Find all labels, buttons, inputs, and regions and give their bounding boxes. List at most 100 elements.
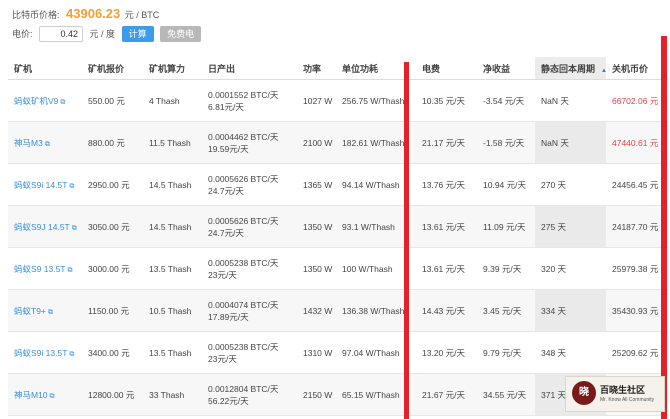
watermark-title: 百晓生社区 <box>600 386 646 396</box>
table-row: 蚂蚁T9+ ⧉ 1150.00 元 10.5 Thash 0.0004074 BTC/天… <box>8 289 668 332</box>
price-cell: 12800.00 元 <box>82 373 143 416</box>
miner-cell: 神马M10 ⧉ <box>8 373 82 416</box>
column-header-label: 矿机算力 <box>149 63 186 74</box>
external-link-icon[interactable]: ⧉ <box>48 309 53 317</box>
daily-output-cell: 0.0005238 BTC/天 23元/天 <box>202 331 297 374</box>
daily-output-btc: 0.0005626 BTC/天 <box>208 215 279 226</box>
price-cell: 2950.00 元 <box>82 163 143 206</box>
power-cell: 2150 W <box>297 373 336 416</box>
external-link-icon[interactable]: ⧉ <box>69 183 74 191</box>
miner-link[interactable]: 神马M3 <box>14 138 43 148</box>
calculate-button[interactable]: 计算 <box>121 25 154 42</box>
column-header-3[interactable]: 日产出 <box>202 57 297 80</box>
price-cell: 550.00 元 <box>82 79 143 122</box>
net-profit-cell: -3.54 元/天 <box>477 79 535 122</box>
miner-cell: 蚂蚁矿机V9 ⧉ <box>8 79 82 122</box>
daily-output-cell: 0.0005626 BTC/天 24.7元/天 <box>202 205 297 248</box>
daily-output-btc: 0.0004462 BTC/天 <box>208 131 279 142</box>
daily-output-cell: 0.0012804 BTC/天 56.22元/天 <box>202 373 297 416</box>
power-cell: 1365 W <box>297 163 336 206</box>
hashrate-cell: 14.5 Thash <box>143 163 202 206</box>
price-cell: 880.00 元 <box>82 121 143 164</box>
table-row: 蚂蚁S9i 13.5T ⧉ 3400.00 元 13.5 Thash 0.0005238… <box>8 331 668 374</box>
electricity-price-input[interactable] <box>39 25 84 42</box>
external-link-icon[interactable]: ⧉ <box>68 267 73 275</box>
column-header-label: 矿机 <box>14 63 33 74</box>
net-profit-cell: 10.94 元/天 <box>477 163 535 206</box>
column-header-6[interactable]: 电费 <box>416 57 477 80</box>
column-header-label: 矿机报价 <box>88 63 125 74</box>
column-header-4[interactable]: 功率 <box>297 57 336 80</box>
header-bar: 比特币价格: 43906.23 元 / BTC 电价: 元 / 度 计算 免费电 <box>0 0 670 48</box>
column-header-1[interactable]: 矿机报价 <box>82 57 143 80</box>
daily-output-btc: 0.0004074 BTC/天 <box>208 299 279 310</box>
column-header-8[interactable]: 静态回本周期 ▲ <box>535 57 607 80</box>
column-header-7[interactable]: 净收益 <box>477 57 535 80</box>
miner-table: 矿机 矿机报价 矿机算力 日产出 功率 单位功耗 电费 净收益 静态回本周期 ▲ 关机币价 蚂蚁矿机… <box>8 57 668 416</box>
daily-output-cell: 0.0005238 BTC/天 23元/天 <box>202 247 297 290</box>
payback-cell: NaN 天 <box>535 121 606 164</box>
highlight-bar-left <box>404 62 409 419</box>
column-header-2[interactable]: 矿机算力 <box>143 57 202 80</box>
daily-output-cny: 23元/天 <box>208 353 237 364</box>
external-link-icon[interactable]: ⧉ <box>45 141 50 149</box>
daily-output-btc: 0.0005626 BTC/天 <box>208 173 279 184</box>
shutdown-price-cell: 25979.38 元 <box>606 247 668 290</box>
hashrate-cell: 4 Thash <box>143 79 202 122</box>
power-cell: 1350 W <box>297 205 336 248</box>
hashrate-cell: 13.5 Thash <box>143 331 202 374</box>
column-header-0[interactable]: 矿机 <box>8 57 82 80</box>
miner-link[interactable]: 蚂蚁T9+ <box>14 306 46 316</box>
column-header-label: 净收益 <box>483 63 511 74</box>
shutdown-price-cell: 66702.06 元 <box>606 79 668 122</box>
table-row: 蚂蚁S9J 14.5T ⧉ 3050.00 元 14.5 Thash 0.0005626… <box>8 205 668 248</box>
daily-output-cell: 0.0004462 BTC/天 19.59元/天 <box>202 121 297 164</box>
price-cell: 3000.00 元 <box>82 247 143 290</box>
hashrate-cell: 14.5 Thash <box>143 205 202 248</box>
external-link-icon[interactable]: ⧉ <box>50 393 55 401</box>
miner-link[interactable]: 蚂蚁S9 13.5T <box>14 264 66 274</box>
watermark-subtitle: Mr. Know All Community <box>600 397 655 403</box>
electricity-cost-cell: 14.43 元/天 <box>416 289 477 332</box>
daily-output-cell: 0.0004074 BTC/天 17.89元/天 <box>202 289 297 332</box>
payback-cell: 348 天 <box>535 331 606 374</box>
daily-output-cny: 23元/天 <box>208 269 237 280</box>
btc-price-value: 43906.23 <box>66 6 121 21</box>
miner-link[interactable]: 蚂蚁S9i 14.5T <box>14 180 67 190</box>
miner-cell: 蚂蚁T9+ ⧉ <box>8 289 82 332</box>
column-header-9[interactable]: 关机币价 <box>606 57 668 80</box>
miner-link[interactable]: 蚂蚁S9J 14.5T <box>14 222 70 232</box>
payback-cell: 320 天 <box>535 247 606 290</box>
miner-link[interactable]: 蚂蚁S9i 13.5T <box>14 348 67 358</box>
column-header-label: 功率 <box>303 63 322 74</box>
electricity-cost-cell: 13.20 元/天 <box>416 331 477 374</box>
sort-ascending-icon[interactable]: ▲ <box>601 68 607 74</box>
column-header-label: 日产出 <box>208 63 236 74</box>
free-electricity-button[interactable]: 免费电 <box>160 25 202 42</box>
miner-link[interactable]: 蚂蚁矿机V9 <box>14 96 58 106</box>
power-cell: 1027 W <box>297 79 336 122</box>
external-link-icon[interactable]: ⧉ <box>69 351 74 359</box>
daily-output-cell: 0.0005626 BTC/天 24.7元/天 <box>202 163 297 206</box>
shutdown-price-cell: 25209.62 元 <box>606 331 668 374</box>
miner-link[interactable]: 神马M10 <box>14 390 48 400</box>
miner-cell: 蚂蚁S9J 14.5T ⧉ <box>8 205 82 248</box>
electricity-cost-cell: 13.61 元/天 <box>416 247 477 290</box>
hashrate-cell: 11.5 Thash <box>143 121 202 164</box>
external-link-icon[interactable]: ⧉ <box>72 225 77 233</box>
table-header-row: 矿机 矿机报价 矿机算力 日产出 功率 单位功耗 电费 净收益 静态回本周期 ▲ 关机币价 <box>8 57 668 80</box>
column-header-label: 电费 <box>422 63 441 74</box>
external-link-icon[interactable]: ⧉ <box>60 99 65 107</box>
electricity-cost-cell: 13.61 元/天 <box>416 205 477 248</box>
miner-cell: 蚂蚁S9i 13.5T ⧉ <box>8 331 82 374</box>
table-row: 蚂蚁S9 13.5T ⧉ 3000.00 元 13.5 Thash 0.0005238 … <box>8 247 668 290</box>
miner-cell: 蚂蚁S9i 14.5T ⧉ <box>8 163 82 206</box>
electricity-cost-cell: 13.76 元/天 <box>416 163 477 206</box>
electricity-cost-cell: 21.17 元/天 <box>416 121 477 164</box>
watermark-seal-icon: 晓 <box>572 381 596 405</box>
power-cell: 1432 W <box>297 289 336 332</box>
net-profit-cell: 3.45 元/天 <box>477 289 535 332</box>
community-watermark: 晓 百晓生社区 Mr. Know All Community <box>565 376 665 412</box>
column-header-label: 静态回本周期 <box>541 63 596 74</box>
btc-price-label: 比特币价格: <box>12 10 60 20</box>
